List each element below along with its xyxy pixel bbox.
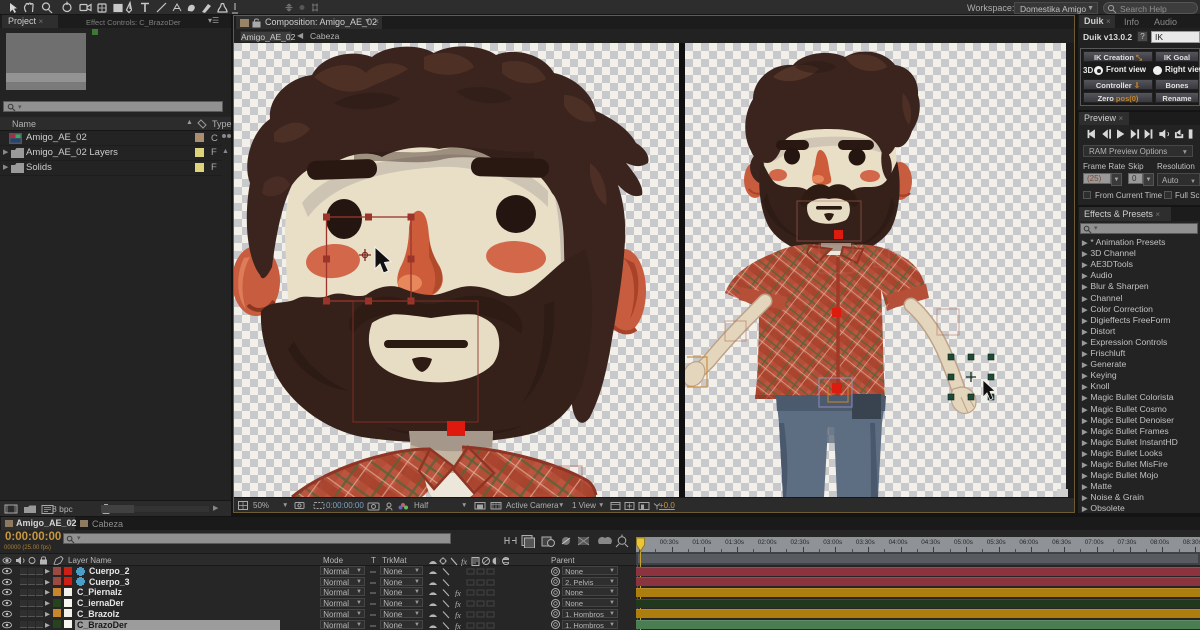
svg-text:fx: fx xyxy=(455,600,461,608)
svg-text:fx: fx xyxy=(455,611,461,619)
svg-text:fx: fx xyxy=(455,589,461,597)
svg-text:fx: fx xyxy=(461,556,467,566)
svg-text:fx: fx xyxy=(455,622,461,630)
